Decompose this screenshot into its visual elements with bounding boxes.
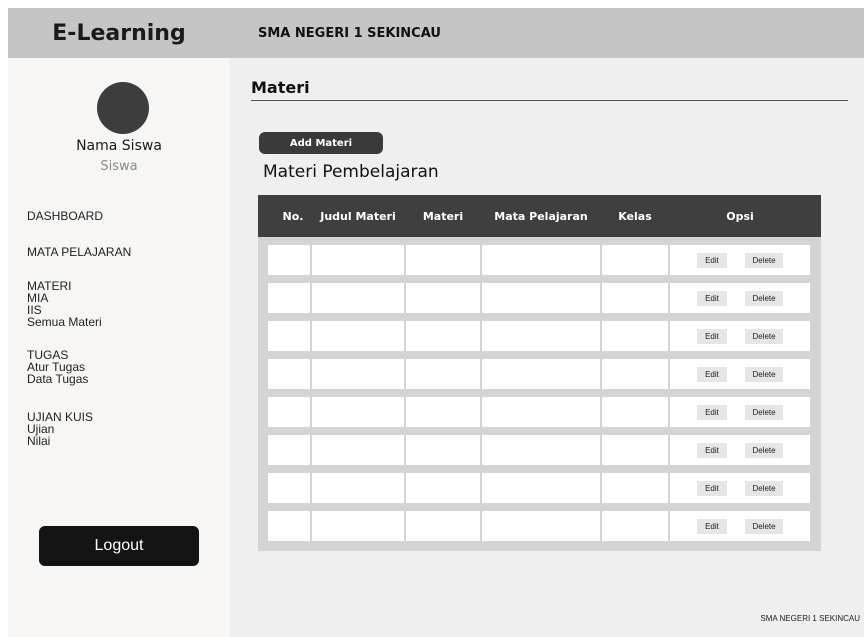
table-cell <box>482 397 600 427</box>
table-cell <box>406 245 480 275</box>
table-cell <box>602 435 668 465</box>
table-cell <box>268 435 310 465</box>
table-cell: Edit Delete <box>670 245 810 275</box>
logout-button[interactable]: Logout <box>39 526 199 566</box>
delete-button[interactable]: Delete <box>745 481 783 496</box>
title-divider <box>251 100 848 101</box>
delete-button[interactable]: Delete <box>745 443 783 458</box>
table-cell: Edit Delete <box>670 473 810 503</box>
table-row: Edit Delete <box>258 321 821 351</box>
nav-mata-pelajaran[interactable]: MATA PELAJARAN <box>27 246 131 258</box>
table-header: No. Judul Materi Materi Mata Pelajaran K… <box>258 195 821 237</box>
table-row: Edit Delete <box>258 359 821 389</box>
table-cell <box>482 511 600 541</box>
table-cell <box>312 245 404 275</box>
sidebar: Nama Siswa Siswa DASHBOARD MATA PELAJARA… <box>8 58 230 637</box>
table-cell <box>406 321 480 351</box>
table-row: Edit Delete <box>258 397 821 427</box>
edit-button[interactable]: Edit <box>697 519 727 534</box>
nav-materi-semua[interactable]: Semua Materi <box>27 316 102 328</box>
table-cell <box>482 359 600 389</box>
delete-button[interactable]: Delete <box>745 329 783 344</box>
table-cell <box>406 283 480 313</box>
table-cell <box>268 397 310 427</box>
edit-button[interactable]: Edit <box>697 329 727 344</box>
school-name: SMA NEGERI 1 SEKINCAU <box>258 25 441 41</box>
nav-dashboard[interactable]: DASHBOARD <box>27 210 103 222</box>
app-brand: E-Learning <box>52 20 186 46</box>
add-materi-button[interactable]: Add Materi <box>259 132 383 154</box>
delete-button[interactable]: Delete <box>745 367 783 382</box>
nav-tugas-data[interactable]: Data Tugas <box>27 373 88 385</box>
table-cell: Edit Delete <box>670 359 810 389</box>
col-kelas: Kelas <box>618 209 652 223</box>
nav-nilai[interactable]: Nilai <box>27 435 50 447</box>
table-cell <box>602 359 668 389</box>
user-role: Siswa <box>100 159 138 174</box>
delete-button[interactable]: Delete <box>745 291 783 306</box>
table-row: Edit Delete <box>258 473 821 503</box>
edit-button[interactable]: Edit <box>697 405 727 420</box>
materi-table: No. Judul Materi Materi Mata Pelajaran K… <box>258 195 821 551</box>
main-content: Materi Add Materi Materi Pembelajaran No… <box>230 58 864 637</box>
table-cell <box>268 511 310 541</box>
table-cell <box>312 511 404 541</box>
section-title: Materi Pembelajaran <box>263 162 439 182</box>
table-cell <box>406 473 480 503</box>
table-cell <box>406 397 480 427</box>
col-mata-pelajaran: Mata Pelajaran <box>494 209 588 223</box>
table-cell <box>482 245 600 275</box>
table-row: Edit Delete <box>258 245 821 275</box>
table-cell <box>312 435 404 465</box>
table-cell: Edit Delete <box>670 397 810 427</box>
table-row: Edit Delete <box>258 283 821 313</box>
edit-button[interactable]: Edit <box>697 253 727 268</box>
table-cell <box>312 473 404 503</box>
table-cell <box>602 511 668 541</box>
table-cell <box>312 359 404 389</box>
table-row: Edit Delete <box>258 511 821 541</box>
table-cell <box>406 359 480 389</box>
col-no: No. <box>282 209 304 223</box>
table-cell <box>312 397 404 427</box>
col-judul-materi: Judul Materi <box>320 209 396 223</box>
table-cell <box>268 359 310 389</box>
avatar <box>97 82 149 134</box>
table-cell <box>406 511 480 541</box>
user-name: Nama Siswa <box>76 138 162 154</box>
edit-button[interactable]: Edit <box>697 367 727 382</box>
col-materi: Materi <box>422 209 464 223</box>
delete-button[interactable]: Delete <box>745 519 783 534</box>
table-cell <box>602 473 668 503</box>
table-cell <box>482 283 600 313</box>
table-cell: Edit Delete <box>670 435 810 465</box>
delete-button[interactable]: Delete <box>745 405 783 420</box>
delete-button[interactable]: Delete <box>745 253 783 268</box>
table-cell <box>312 321 404 351</box>
table-cell: Edit Delete <box>670 321 810 351</box>
table-cell <box>602 397 668 427</box>
footer-text: SMA NEGERI 1 SEKINCAU <box>760 614 860 623</box>
table-cell <box>268 245 310 275</box>
table-cell <box>268 473 310 503</box>
edit-button[interactable]: Edit <box>697 481 727 496</box>
table-cell <box>602 321 668 351</box>
col-opsi: Opsi <box>726 209 754 223</box>
edit-button[interactable]: Edit <box>697 291 727 306</box>
table-cell <box>482 435 600 465</box>
table-cell <box>602 283 668 313</box>
top-header: E-Learning SMA NEGERI 1 SEKINCAU <box>8 8 864 58</box>
page-title: Materi <box>251 78 310 97</box>
table-cell <box>602 245 668 275</box>
table-cell <box>482 321 600 351</box>
table-cell <box>406 435 480 465</box>
table-cell <box>268 321 310 351</box>
edit-button[interactable]: Edit <box>697 443 727 458</box>
table-cell: Edit Delete <box>670 283 810 313</box>
table-cell: Edit Delete <box>670 511 810 541</box>
table-row: Edit Delete <box>258 435 821 465</box>
table-cell <box>268 283 310 313</box>
table-cell <box>312 283 404 313</box>
table-cell <box>482 473 600 503</box>
